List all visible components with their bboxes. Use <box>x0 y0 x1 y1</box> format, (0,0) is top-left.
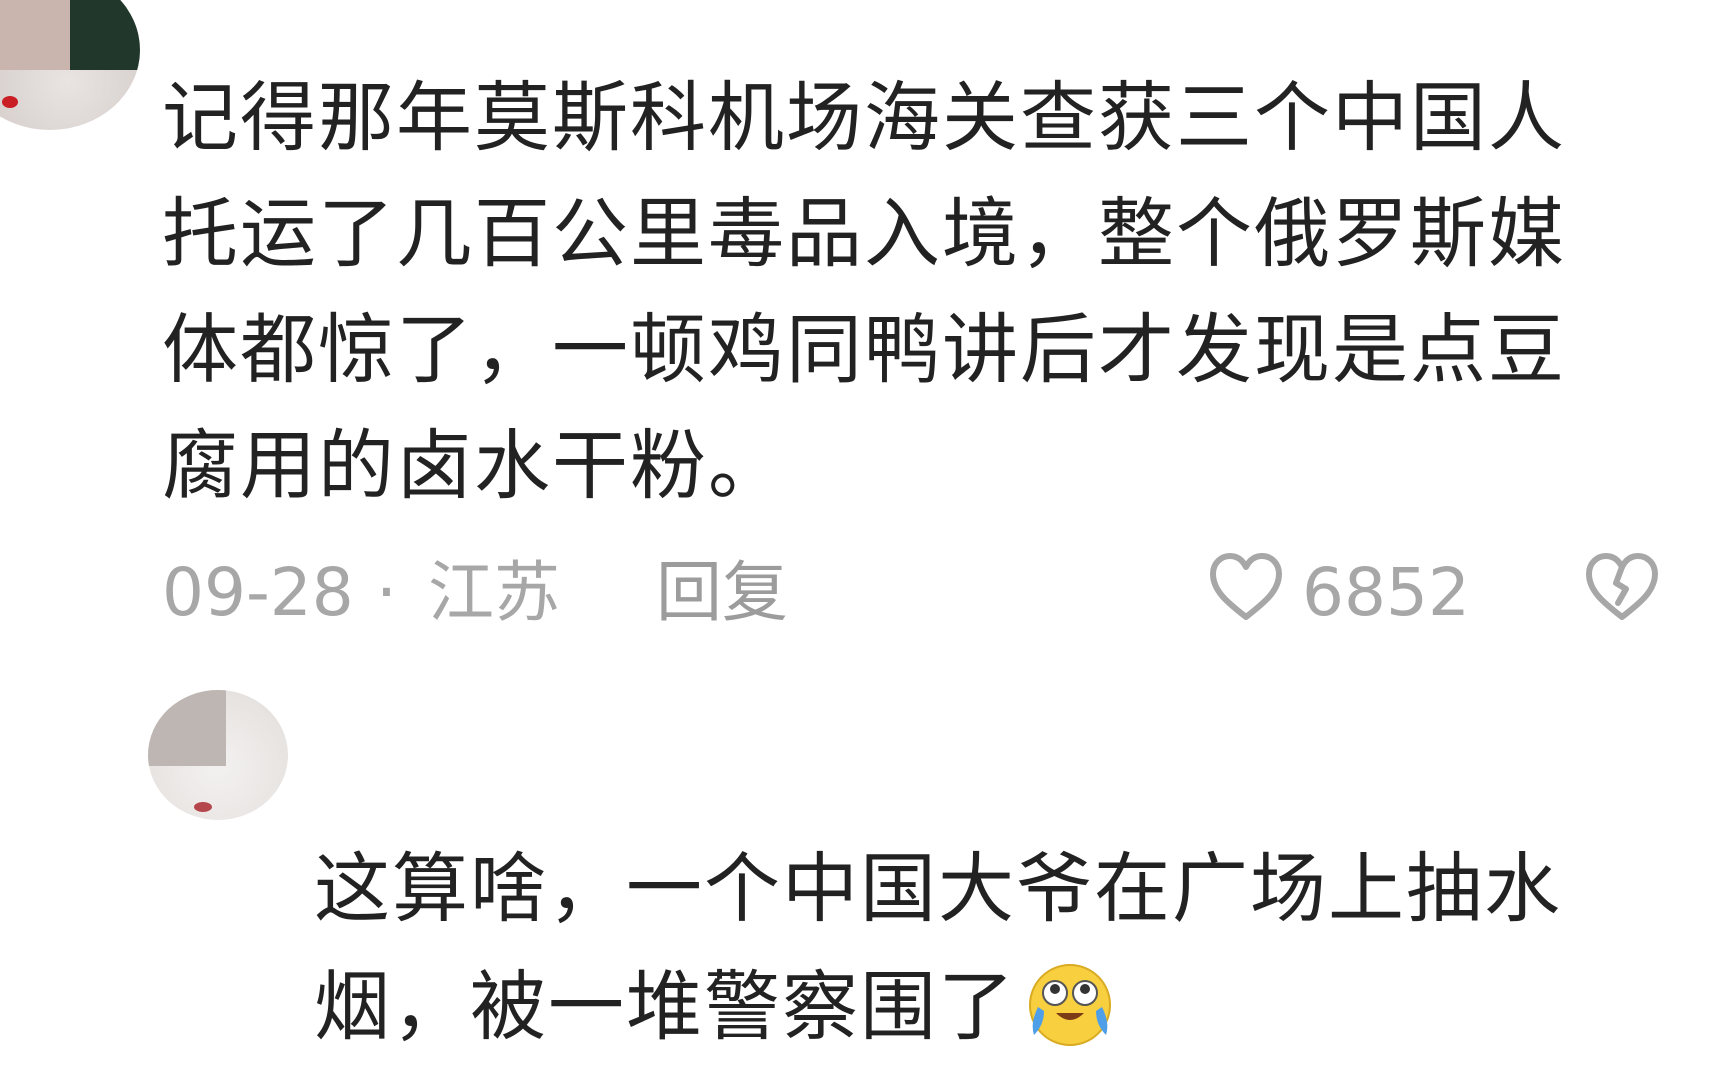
avatar-detail <box>2 96 18 108</box>
crying-laughing-emoji-icon <box>1029 964 1111 1046</box>
commenter-avatar[interactable] <box>0 0 140 130</box>
broken-heart-icon[interactable] <box>1584 551 1660 623</box>
avatar-detail <box>194 802 212 812</box>
comment-date: 09-28 <box>162 554 354 631</box>
avatar-mosaic <box>148 690 226 766</box>
avatar-mosaic <box>70 0 140 70</box>
avatar-mosaic <box>0 0 70 70</box>
like-count: 6852 <box>1302 554 1470 631</box>
reply-comment: 这算啥，一个中国大爷在广场上抽水烟，被一堆警察围了 <box>314 830 1644 1066</box>
reply-text: 这算啥，一个中国大爷在广场上抽水烟，被一堆警察围了 <box>314 844 1562 1051</box>
meta-separator: · <box>376 554 397 631</box>
comment-region: 江苏 <box>428 554 560 631</box>
reply-button[interactable]: 回复 <box>656 548 788 638</box>
commenter-avatar[interactable] <box>148 690 288 820</box>
heart-icon[interactable] <box>1208 551 1284 623</box>
comment-text: 记得那年莫斯科机场海关查获三个中国人托运了几百公里毒品入境，整个俄罗斯媒体都惊了… <box>162 73 1566 510</box>
